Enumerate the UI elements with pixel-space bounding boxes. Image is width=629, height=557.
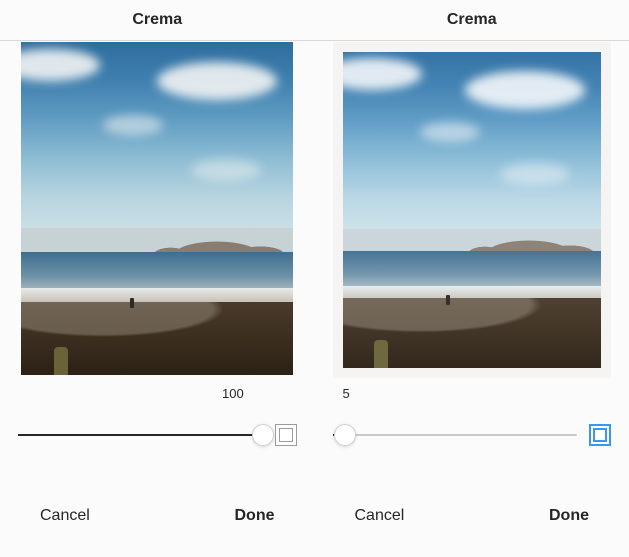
frame-toggle-inner-icon xyxy=(593,428,607,442)
intensity-slider[interactable] xyxy=(18,434,263,436)
frame-toggle-button[interactable] xyxy=(275,424,297,446)
cancel-button[interactable]: Cancel xyxy=(40,507,90,525)
done-button[interactable]: Done xyxy=(549,507,589,525)
slider-area: 100 xyxy=(0,380,315,465)
photo-preview[interactable] xyxy=(343,52,601,368)
preview-area xyxy=(0,40,315,380)
frame-toggle-inner-icon xyxy=(279,428,293,442)
slider-thumb[interactable] xyxy=(252,424,274,446)
slider-value-label: 5 xyxy=(343,386,350,401)
action-bar: Cancel Done xyxy=(0,481,315,557)
slider-thumb[interactable] xyxy=(334,424,356,446)
frame-toggle-button[interactable] xyxy=(589,424,611,446)
slider-value-label: 100 xyxy=(222,386,244,401)
filter-title-text: Crema xyxy=(447,11,497,29)
app-root: Crema 100 xyxy=(0,0,629,557)
intensity-slider[interactable] xyxy=(333,434,578,436)
filter-title: Crema xyxy=(315,0,629,40)
done-button[interactable]: Done xyxy=(235,507,275,525)
preview-area xyxy=(315,40,629,380)
cancel-button[interactable]: Cancel xyxy=(355,507,405,525)
filter-title: Crema xyxy=(0,0,315,40)
photo-preview[interactable] xyxy=(21,42,293,375)
slider-area: 5 xyxy=(315,380,629,465)
editor-pane-left: Crema 100 xyxy=(0,0,315,557)
action-bar: Cancel Done xyxy=(315,481,629,557)
slider-fill xyxy=(18,434,263,436)
filter-title-text: Crema xyxy=(132,11,182,29)
editor-pane-right: Crema 5 xyxy=(315,0,629,557)
